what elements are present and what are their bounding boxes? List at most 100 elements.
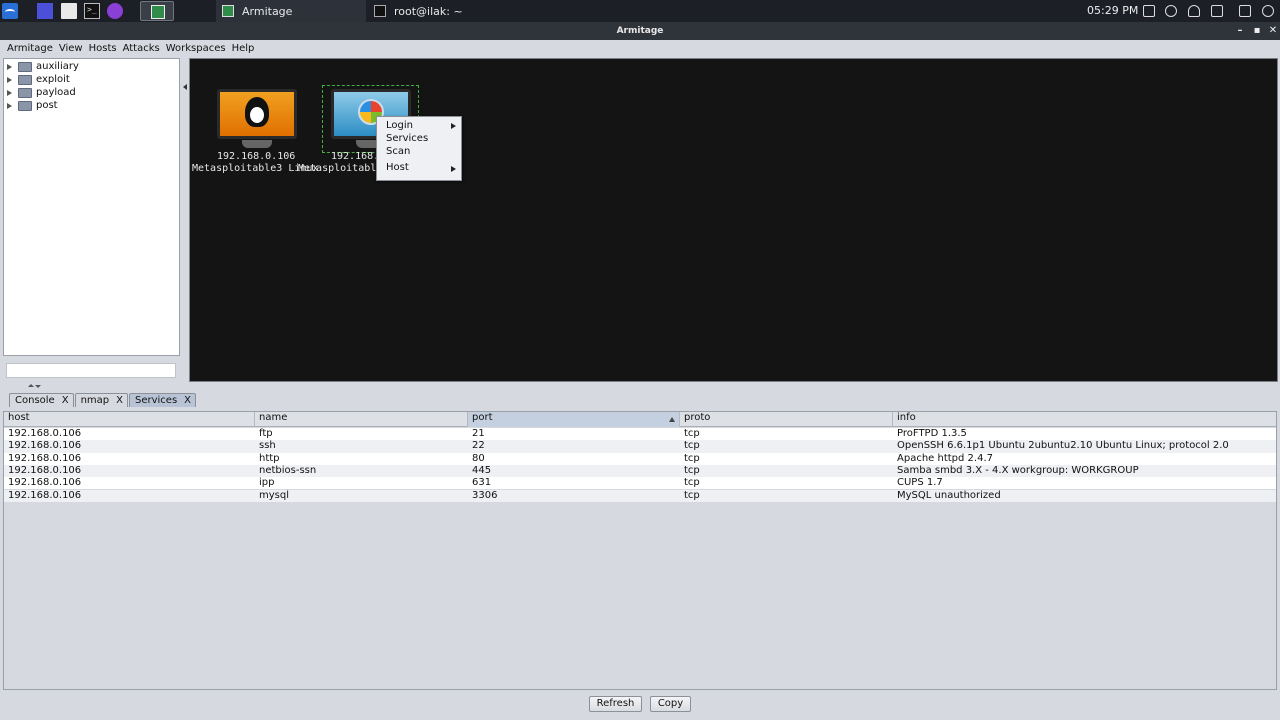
- cell-port: 445: [472, 464, 492, 476]
- menubar: Armitage View Hosts Attacks Workspaces H…: [0, 40, 1280, 56]
- linux-tux-icon: [245, 97, 269, 127]
- cell-proto: tcp: [684, 452, 700, 464]
- refresh-button[interactable]: Refresh: [589, 696, 642, 712]
- table-row[interactable]: 192.168.0.106 ipp 631 tcp CUPS 1.7: [4, 477, 1276, 490]
- cell-port: 631: [472, 477, 492, 489]
- table-row[interactable]: 192.168.0.106 mysql 3306 tcp MySQL unauthori…: [4, 489, 1276, 502]
- folder-icon: [18, 100, 32, 111]
- cell-name: ipp: [259, 477, 275, 489]
- active-workspace-icon[interactable]: [140, 1, 174, 21]
- menu-armitage[interactable]: Armitage: [4, 43, 56, 54]
- tree-item-label: payload: [36, 87, 76, 98]
- terminal-launcher-icon[interactable]: [84, 3, 100, 19]
- maximize-icon[interactable]: ▪: [1250, 22, 1264, 40]
- cell-info: MySQL unauthorized: [897, 489, 1001, 501]
- taskbar-item-armitage[interactable]: Armitage: [216, 0, 366, 22]
- panel-splitter[interactable]: [0, 383, 1280, 391]
- column-header-name[interactable]: name: [255, 412, 468, 427]
- expand-icon[interactable]: [7, 89, 12, 96]
- tree-item-post[interactable]: post: [4, 99, 58, 112]
- display-icon[interactable]: [1143, 5, 1155, 17]
- taskbar: Armitage root@ilak: ~ 05:29 PM: [0, 0, 1280, 22]
- context-item-scan[interactable]: Scan: [386, 146, 410, 157]
- tab-close-button[interactable]: X: [184, 395, 191, 406]
- minimize-icon[interactable]: –: [1233, 22, 1247, 40]
- context-item-login[interactable]: Login: [386, 120, 413, 131]
- kali-menu-icon[interactable]: [2, 3, 18, 19]
- table-row[interactable]: 192.168.0.106 ftp 21 tcp ProFTPD 1.3.5: [4, 428, 1276, 441]
- cell-proto: tcp: [684, 489, 700, 501]
- taskbar-item-terminal[interactable]: root@ilak: ~: [370, 0, 463, 22]
- tree-item-exploit[interactable]: exploit: [4, 73, 70, 86]
- column-header-info[interactable]: info: [893, 412, 1276, 427]
- column-header-label: port: [472, 412, 493, 423]
- host-ip: 192.168.0.106: [217, 151, 296, 162]
- host-context-menu: Login Services Scan Host: [376, 116, 462, 181]
- window-titlebar: Armitage – ▪ ✕: [0, 22, 1280, 40]
- context-item-host[interactable]: Host: [386, 162, 409, 173]
- menu-workspaces[interactable]: Workspaces: [163, 43, 229, 54]
- volume-icon[interactable]: [1165, 5, 1177, 17]
- tab-services[interactable]: Services X: [128, 393, 197, 407]
- column-header-proto[interactable]: proto: [680, 412, 893, 427]
- cell-host: 192.168.0.106: [8, 464, 82, 476]
- cell-port: 21: [472, 428, 485, 439]
- copy-button[interactable]: Copy: [650, 696, 691, 712]
- tree-item-label: auxiliary: [36, 61, 79, 72]
- module-search-input[interactable]: [6, 363, 176, 378]
- cell-info: OpenSSH 6.6.1p1 Ubuntu 2ubuntu2.10 Ubunt…: [897, 440, 1229, 452]
- cell-port: 22: [472, 440, 485, 452]
- tab-nmap[interactable]: nmap X: [74, 393, 128, 407]
- cell-host: 192.168.0.106: [8, 477, 82, 489]
- cell-port: 3306: [472, 489, 498, 501]
- column-header-host[interactable]: host: [4, 412, 255, 427]
- cell-name: mysql: [259, 489, 289, 501]
- tab-console[interactable]: Console X: [9, 393, 74, 407]
- menu-attacks[interactable]: Attacks: [120, 43, 163, 54]
- logout-icon[interactable]: [1262, 5, 1274, 17]
- browser-launcher-icon[interactable]: [107, 3, 123, 19]
- clock[interactable]: 05:29 PM: [1087, 4, 1138, 17]
- table-header: host name port proto info: [4, 412, 1276, 427]
- tree-item-auxiliary[interactable]: auxiliary: [4, 60, 79, 73]
- tab-bar: Console X nmap X Services X: [9, 393, 197, 408]
- lock-icon[interactable]: [1239, 5, 1251, 17]
- monitor-stand: [242, 140, 272, 148]
- cell-name: ftp: [259, 428, 273, 439]
- tree-item-payload[interactable]: payload: [4, 86, 76, 99]
- tree-item-label: exploit: [36, 74, 70, 85]
- targets-graph[interactable]: 192.168.0.106 Metasploitable3 Linux 192.…: [189, 58, 1278, 382]
- cell-host: 192.168.0.106: [8, 489, 82, 501]
- table-row[interactable]: 192.168.0.106 ssh 22 tcp OpenSSH 6.6.1p1 Ubu…: [4, 440, 1276, 453]
- expand-icon[interactable]: [7, 76, 12, 83]
- cell-name: ssh: [259, 440, 276, 452]
- cell-host: 192.168.0.106: [8, 452, 82, 464]
- menu-view[interactable]: View: [56, 43, 86, 54]
- expand-icon[interactable]: [7, 102, 12, 109]
- collapse-panel-icon[interactable]: [183, 84, 187, 96]
- tab-close-button[interactable]: X: [116, 395, 123, 406]
- column-header-port[interactable]: port: [468, 412, 680, 427]
- table-row[interactable]: 192.168.0.106 netbios-ssn 445 tcp Samba smbd…: [4, 464, 1276, 478]
- sort-ascending-icon: [669, 417, 675, 422]
- menu-hosts[interactable]: Hosts: [86, 43, 120, 54]
- tab-close-button[interactable]: X: [62, 395, 69, 406]
- menu-help[interactable]: Help: [229, 43, 258, 54]
- submenu-arrow-icon: [451, 123, 456, 129]
- workspace-icon[interactable]: [37, 3, 53, 19]
- services-table: host name port proto info 192.168.0.106 f…: [3, 411, 1277, 690]
- table-row[interactable]: 192.168.0.106 http 80 tcp Apache httpd 2.4.7: [4, 452, 1276, 465]
- expand-icon[interactable]: [7, 63, 12, 70]
- tab-label: Services: [134, 395, 178, 406]
- close-icon[interactable]: ✕: [1266, 22, 1280, 40]
- host-label: Metasploitable: [298, 163, 383, 174]
- folder-icon: [18, 87, 32, 98]
- power-settings-icon[interactable]: [1211, 5, 1223, 17]
- folder-icon: [18, 61, 32, 72]
- file-manager-icon[interactable]: [61, 3, 77, 19]
- notification-bell-icon[interactable]: [1188, 5, 1200, 17]
- cell-port: 80: [472, 452, 485, 464]
- cell-proto: tcp: [684, 464, 700, 476]
- cell-name: http: [259, 452, 280, 464]
- context-item-services[interactable]: Services: [386, 133, 428, 144]
